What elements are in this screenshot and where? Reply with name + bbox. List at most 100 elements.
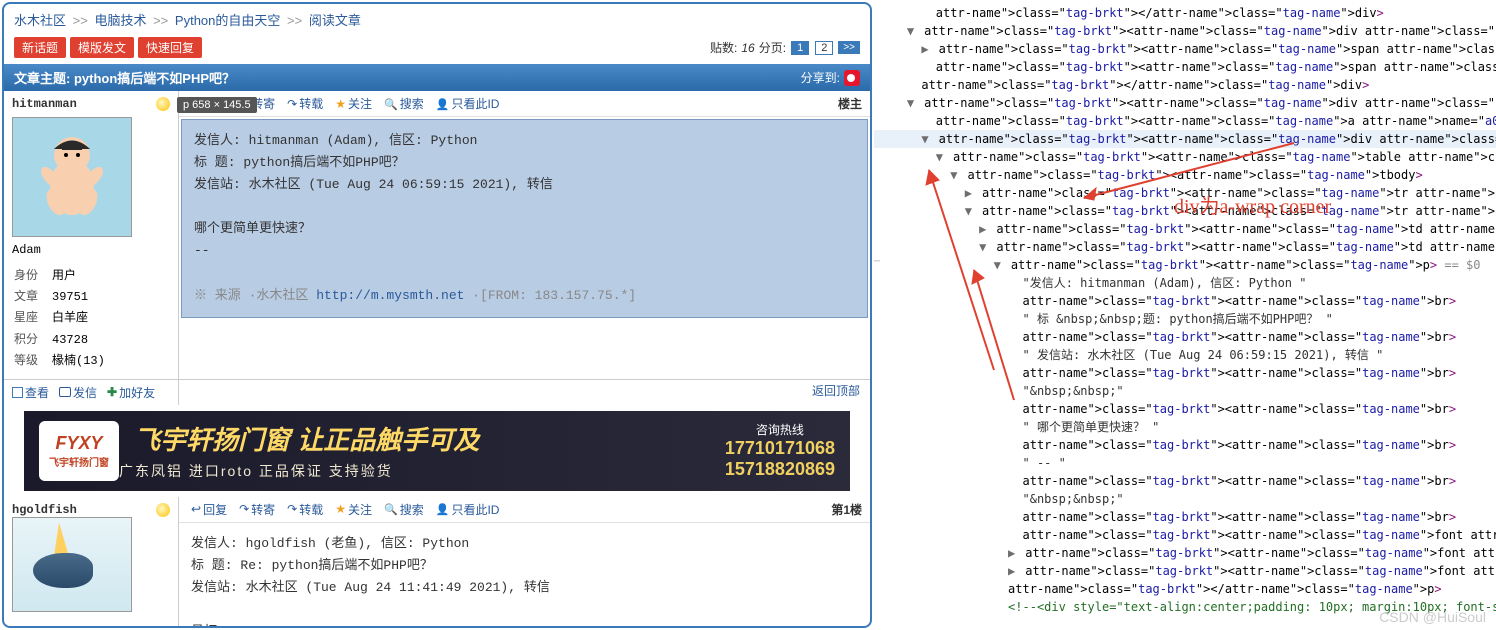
devtools-node[interactable]: " 哪个更简单更快速？ "	[874, 418, 1496, 436]
top-toolbar: 新话题 模版发文 快速回复 贴数: 16 分页: 1 2 >>	[4, 35, 870, 64]
post-line: 标 题: python搞后端不如PHP吧？	[194, 152, 855, 174]
post-main: hitmanman Adam 身份用户	[4, 91, 870, 380]
avatar[interactable]	[12, 117, 132, 237]
author-info-table: 身份用户 文章39751 星座白羊座 积分43728 等级椽楠(13)	[12, 265, 107, 373]
template-post-button[interactable]: 模版发文	[70, 37, 134, 58]
devtools-node[interactable]: attr-name">class="tag-brkt"><attr-name">…	[874, 436, 1496, 454]
reply-icon	[191, 502, 201, 516]
follow-button[interactable]: 关注	[331, 501, 376, 518]
post-content-panel: 回复 转寄 转载 关注 搜索 只看此ID 第1楼 发信人: hgoldfish …	[179, 497, 870, 628]
follow-button[interactable]: 关注	[331, 95, 376, 112]
ad-banner[interactable]: FYXY 飞宇轩扬门窗 飞宇轩扬门窗 让正品触手可及 广东凤铝 进口roto 正…	[24, 411, 850, 491]
annotation-arrow-3	[964, 260, 1024, 410]
bc-home[interactable]: 水木社区	[14, 13, 66, 28]
bc-sep: >>	[287, 13, 302, 28]
author-name[interactable]: hitmanman	[12, 97, 77, 111]
devtools-panel[interactable]: ⋯ attr-name">class="tag-brkt"></attr-nam…	[874, 0, 1496, 630]
floor-label: 第1楼	[831, 501, 862, 518]
msg-icon	[59, 387, 71, 397]
devtools-node[interactable]: attr-name">class="tag-brkt"><attr-name">…	[874, 472, 1496, 490]
table-row: 积分43728	[14, 331, 105, 350]
devtools-node[interactable]: attr-name">class="tag-brkt"><attr-name">…	[874, 112, 1496, 130]
new-topic-button[interactable]: 新话题	[14, 37, 66, 58]
author-name[interactable]: hgoldfish	[12, 503, 77, 517]
post-line: 发信人: hgoldfish (老鱼), 信区: Python	[191, 533, 858, 555]
share-label: 分享到:	[801, 69, 840, 86]
ad-phone: 咨询热线 17710171068 15718820869	[725, 421, 835, 480]
page-1[interactable]: 1	[791, 41, 809, 55]
only-id-button[interactable]: 只看此ID	[432, 501, 504, 518]
source-link[interactable]: http://m.mysmth.net	[316, 288, 464, 303]
bc-board[interactable]: Python的自由天空	[175, 13, 280, 28]
post-toolbar: 回复 转寄 转载 关注 搜索 只看此ID 楼主	[179, 91, 870, 117]
gutter-dots: ⋯	[874, 256, 882, 267]
star-icon	[335, 502, 346, 516]
table-row: 星座白羊座	[14, 309, 105, 328]
view-icon	[12, 387, 23, 398]
forward-button[interactable]: 转寄	[235, 501, 279, 518]
devtools-node[interactable]: ▼ attr-name">class="tag-brkt"><attr-name…	[874, 22, 1496, 40]
devtools-node[interactable]: ▶ attr-name">class="tag-brkt"><attr-name…	[874, 562, 1496, 580]
weibo-icon[interactable]	[844, 70, 860, 86]
gender-icon	[156, 97, 170, 111]
bc-cat[interactable]: 电脑技术	[94, 13, 146, 28]
subject-prefix: 文章主题:	[14, 68, 70, 87]
post-toolbar: 回复 转寄 转载 关注 搜索 只看此ID 第1楼	[179, 497, 870, 523]
author-nick: Adam	[12, 243, 170, 257]
floor-label: 楼主	[838, 95, 862, 112]
devtools-node[interactable]: "&nbsp;&nbsp;"	[874, 490, 1496, 508]
page-label: 分页:	[759, 39, 786, 56]
forward-icon	[239, 502, 249, 516]
watermark: CSDN @HuiSoul	[1379, 609, 1486, 625]
ad-logo: FYXY 飞宇轩扬门窗	[39, 421, 119, 481]
post-line: 发信人: hitmanman (Adam), 信区: Python	[194, 130, 855, 152]
search-button[interactable]: 搜索	[380, 501, 428, 518]
post-source-line: ※ 来源 ·水木社区 http://m.mysmth.net ·[FROM: 1…	[194, 285, 855, 307]
quick-reply-button[interactable]: 快速回复	[138, 37, 202, 58]
share-section: 分享到:	[801, 69, 860, 86]
search-button[interactable]: 搜索	[380, 95, 428, 112]
repost-button[interactable]: 转载	[283, 501, 327, 518]
subject-bar: 文章主题: python搞后端不如PHP吧？ 分享到:	[4, 64, 870, 91]
repost-button[interactable]: 转载	[283, 95, 327, 112]
message-user-button[interactable]: 发信	[59, 384, 97, 401]
gender-icon	[156, 503, 170, 517]
post-line: 发信站: 水木社区 (Tue Aug 24 06:59:15 2021), 转信	[194, 174, 855, 196]
reply-button[interactable]: 回复	[187, 501, 231, 518]
only-id-button[interactable]: 只看此ID	[432, 95, 504, 112]
post-line: 标 题: Re: python搞后端不如PHP吧？	[191, 555, 858, 577]
author-panel: hgoldfish	[4, 497, 179, 628]
pager-info: 贴数: 16 分页: 1 2 >>	[710, 39, 860, 56]
subject-title: python搞后端不如PHP吧？	[74, 68, 235, 87]
devtools-node[interactable]: attr-name">class="tag-brkt"></attr-name"…	[874, 4, 1496, 22]
breadcrumb: 水木社区 >> 电脑技术 >> Python的自由天空 >> 阅读文章	[4, 4, 870, 35]
element-inspector-tooltip: p 658 × 145.5	[177, 97, 257, 113]
star-icon	[335, 97, 346, 111]
devtools-node[interactable]: attr-name">class="tag-brkt"></attr-name"…	[874, 580, 1496, 598]
back-top-link[interactable]: 返回顶部	[812, 384, 860, 398]
devtools-node[interactable]: attr-name">class="tag-brkt"><attr-name">…	[874, 58, 1496, 76]
post-line: --	[194, 240, 855, 262]
devtools-node[interactable]: attr-name">class="tag-brkt"></attr-name"…	[874, 76, 1496, 94]
add-friend-button[interactable]: ✚加好友	[107, 384, 155, 401]
user-actions: 查看 发信 ✚加好友	[4, 380, 179, 405]
table-row: 等级椽楠(13)	[14, 352, 105, 371]
page-2[interactable]: 2	[815, 41, 833, 55]
post-body[interactable]: 发信人: hitmanman (Adam), 信区: Python 标 题: p…	[181, 119, 868, 318]
person-icon	[436, 502, 450, 516]
bc-sep: >>	[73, 13, 88, 28]
devtools-node[interactable]: attr-name">class="tag-brkt"><attr-name">…	[874, 508, 1496, 526]
devtools-node[interactable]: attr-name">class="tag-brkt"><attr-name">…	[874, 526, 1496, 544]
post-body: 发信人: hgoldfish (老鱼), 信区: Python 标 题: Re:…	[179, 523, 870, 628]
post-reply-1: hgoldfish 回复 转寄 转载 关注 搜索 只看此ID 第1楼 发信人: …	[4, 497, 870, 628]
view-user-button[interactable]: 查看	[12, 384, 49, 401]
post-count-value: 16	[741, 41, 754, 55]
devtools-node[interactable]: ▶ attr-name">class="tag-brkt"><attr-name…	[874, 40, 1496, 58]
plus-icon: ✚	[107, 385, 117, 399]
page-next[interactable]: >>	[838, 41, 860, 54]
devtools-node[interactable]: " -- "	[874, 454, 1496, 472]
devtools-node[interactable]: ▶ attr-name">class="tag-brkt"><attr-name…	[874, 544, 1496, 562]
devtools-node[interactable]: ▼ attr-name">class="tag-brkt"><attr-name…	[874, 94, 1496, 112]
avatar[interactable]	[12, 517, 132, 612]
forum-panel: 水木社区 >> 电脑技术 >> Python的自由天空 >> 阅读文章 新话题 …	[2, 2, 872, 628]
